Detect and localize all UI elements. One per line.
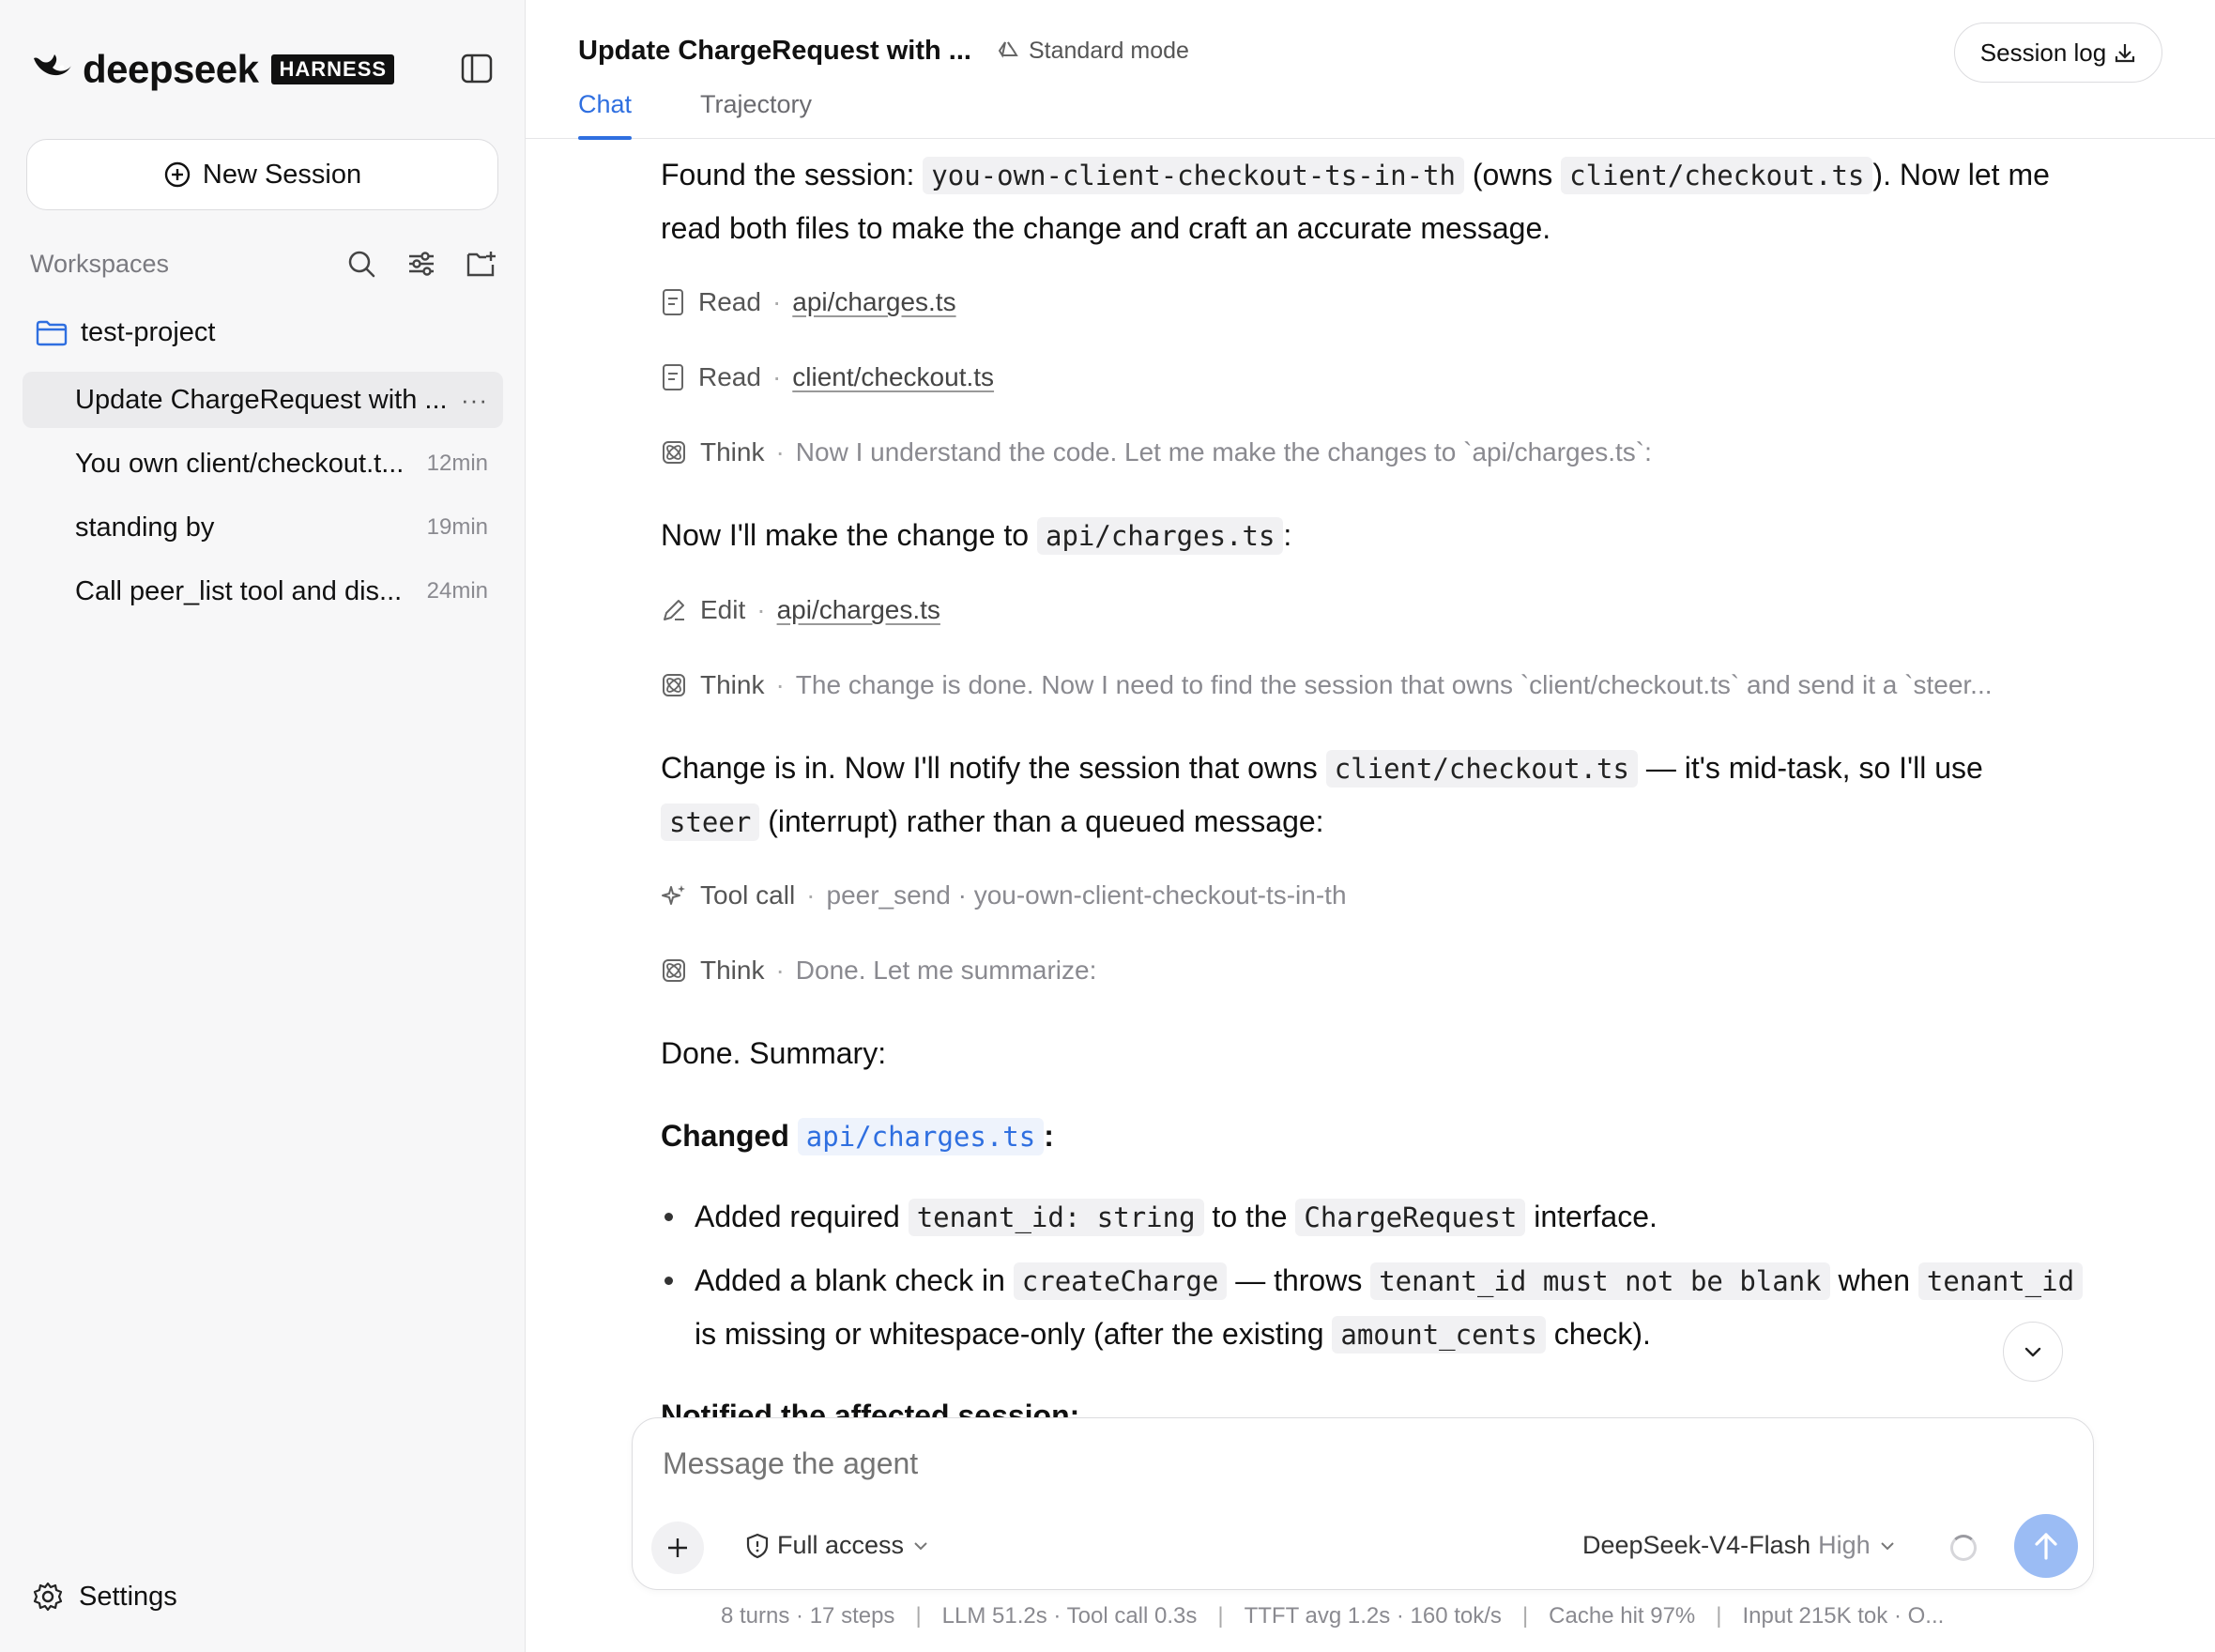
- file-link[interactable]: api/charges.ts: [777, 595, 940, 625]
- message-input[interactable]: [663, 1446, 1977, 1481]
- model-name: DeepSeek-V4-Flash: [1582, 1531, 1811, 1559]
- mode-indicator[interactable]: Standard mode: [995, 38, 1189, 65]
- more-options-icon[interactable]: ···: [461, 386, 488, 415]
- document-icon: [663, 364, 683, 390]
- brand-logo[interactable]: deepseek HARNESS: [30, 47, 395, 92]
- file-link[interactable]: api/charges.ts: [797, 1118, 1045, 1155]
- model-selector[interactable]: DeepSeek-V4-Flash High: [1582, 1531, 1897, 1560]
- file-link[interactable]: client/checkout.ts: [792, 362, 994, 392]
- session-stats: 8 turns · 17 steps | LLM 51.2s · Tool ca…: [721, 1603, 1945, 1629]
- new-session-label: New Session: [202, 159, 362, 190]
- workspaces-label: Workspaces: [30, 249, 170, 278]
- session-title: standing by: [75, 512, 215, 543]
- mode-label: Standard mode: [1029, 38, 1189, 64]
- access-dropdown[interactable]: Full access: [745, 1531, 938, 1560]
- step-think[interactable]: Think · Done. Let me summarize:: [661, 956, 1096, 986]
- sparkle-icon: [662, 885, 685, 905]
- plus-circle-icon: [164, 161, 191, 188]
- session-item[interactable]: standing by 19min: [23, 499, 503, 556]
- recycle-icon: [998, 40, 1018, 58]
- reasoning-level: High: [1818, 1531, 1871, 1559]
- tab-trajectory[interactable]: Trajectory: [700, 90, 812, 139]
- list-item: Added a blank check in createCharge — th…: [661, 1254, 2125, 1361]
- step-read[interactable]: Read · api/charges.ts: [661, 287, 956, 317]
- stat-tokens: Input 215K tok · O...: [1742, 1603, 1945, 1629]
- attach-button[interactable]: [651, 1522, 704, 1574]
- session-title: Call peer_list tool and dis...: [75, 575, 403, 606]
- project-name: test-project: [81, 317, 216, 347]
- stat-turns: 8 turns · 17 steps: [721, 1603, 895, 1629]
- stat-ttft: TTFT avg 1.2s · 160 tok/s: [1244, 1603, 1502, 1629]
- stat-latency: LLM 51.2s · Tool call 0.3s: [941, 1603, 1198, 1629]
- sidebar: deepseek HARNESS New Session Workspaces …: [0, 0, 526, 1652]
- shield-icon: [746, 1533, 769, 1558]
- harness-badge: HARNESS: [271, 54, 395, 84]
- session-age: 19min: [426, 514, 488, 540]
- chat-header: Update ChargeRequest with ... Standard m…: [526, 0, 2215, 140]
- document-icon: [663, 289, 683, 315]
- brand-name: deepseek: [83, 47, 259, 91]
- step-think[interactable]: Think · The change is done. Now I need to …: [661, 670, 1993, 700]
- atom-icon: [663, 441, 685, 464]
- session-title: You own client/checkout.t...: [75, 448, 405, 479]
- send-button[interactable]: [2014, 1514, 2078, 1578]
- message-paragraph: Change is in. Now I'll notify the sessio…: [661, 742, 2087, 849]
- filter-sliders-icon[interactable]: [404, 246, 439, 282]
- new-folder-icon[interactable]: [464, 246, 499, 282]
- session-title: Update ChargeRequest with ...: [75, 384, 448, 415]
- workspaces-header: Workspaces: [30, 242, 499, 285]
- step-think[interactable]: Think · Now I understand the code. Let me …: [661, 437, 1652, 467]
- message-paragraph: Now I'll make the change to api/charges.…: [661, 509, 2087, 562]
- step-read[interactable]: Read · client/checkout.ts: [661, 362, 994, 392]
- inline-code: client/checkout.ts: [1561, 157, 1873, 194]
- download-icon: [2116, 44, 2135, 63]
- scroll-to-bottom-button[interactable]: [2003, 1322, 2063, 1382]
- chat-transcript: Found the session: you-own-client-checko…: [526, 141, 2215, 1417]
- inline-code: client/checkout.ts: [1325, 750, 1638, 788]
- session-item[interactable]: You own client/checkout.t... 12min: [23, 436, 503, 492]
- cutoff-heading: Notified the affected session:: [661, 1399, 1080, 1417]
- folder-icon: [36, 320, 68, 345]
- sidebar-toggle-icon[interactable]: [458, 51, 496, 86]
- chevron-down-icon: [914, 1541, 927, 1550]
- search-icon[interactable]: [344, 246, 379, 282]
- inline-code: you-own-client-checkout-ts-in-th: [923, 157, 1464, 194]
- atom-icon: [663, 959, 685, 982]
- session-log-button[interactable]: Session log: [1954, 23, 2162, 83]
- project-item[interactable]: test-project: [36, 317, 215, 348]
- step-edit[interactable]: Edit · api/charges.ts: [661, 595, 940, 625]
- message-paragraph: Done. Summary:: [661, 1036, 887, 1070]
- gear-icon: [33, 1582, 63, 1612]
- message-composer: Full access DeepSeek-V4-Flash High: [632, 1417, 2094, 1590]
- chevron-down-icon: [1880, 1541, 1894, 1550]
- pencil-icon: [664, 600, 684, 620]
- plus-icon: [668, 1538, 687, 1557]
- inline-code: steer: [661, 803, 760, 841]
- whale-logo-icon: [30, 49, 75, 91]
- atom-icon: [663, 674, 685, 696]
- new-session-button[interactable]: New Session: [26, 139, 498, 210]
- tab-chat[interactable]: Chat: [578, 90, 633, 140]
- list-item: Added required tenant_id: string to the …: [661, 1190, 2125, 1244]
- stat-cache: Cache hit 97%: [1549, 1603, 1696, 1629]
- changed-heading: Changed api/charges.ts:: [661, 1109, 2087, 1163]
- settings-button[interactable]: Settings: [32, 1581, 177, 1613]
- session-item-active[interactable]: Update ChargeRequest with ... ···: [23, 372, 503, 428]
- inline-code: api/charges.ts: [1036, 517, 1284, 555]
- session-age: 24min: [426, 578, 488, 604]
- arrow-up-icon: [2035, 1533, 2057, 1560]
- message-paragraph: Found the session: you-own-client-checko…: [661, 157, 2050, 245]
- chevron-down-icon: [2024, 1347, 2041, 1357]
- loading-spinner-icon: [1950, 1535, 1977, 1561]
- settings-label: Settings: [79, 1581, 177, 1612]
- session-item[interactable]: Call peer_list tool and dis... 24min: [23, 563, 503, 620]
- session-log-label: Session log: [1979, 38, 2107, 67]
- session-age: 12min: [426, 451, 488, 476]
- access-label: Full access: [777, 1531, 905, 1559]
- page-title: Update ChargeRequest with ...: [578, 36, 971, 66]
- step-tool-call[interactable]: Tool call · peer_send · you-own-client-che…: [661, 880, 1347, 910]
- file-link[interactable]: api/charges.ts: [792, 287, 955, 317]
